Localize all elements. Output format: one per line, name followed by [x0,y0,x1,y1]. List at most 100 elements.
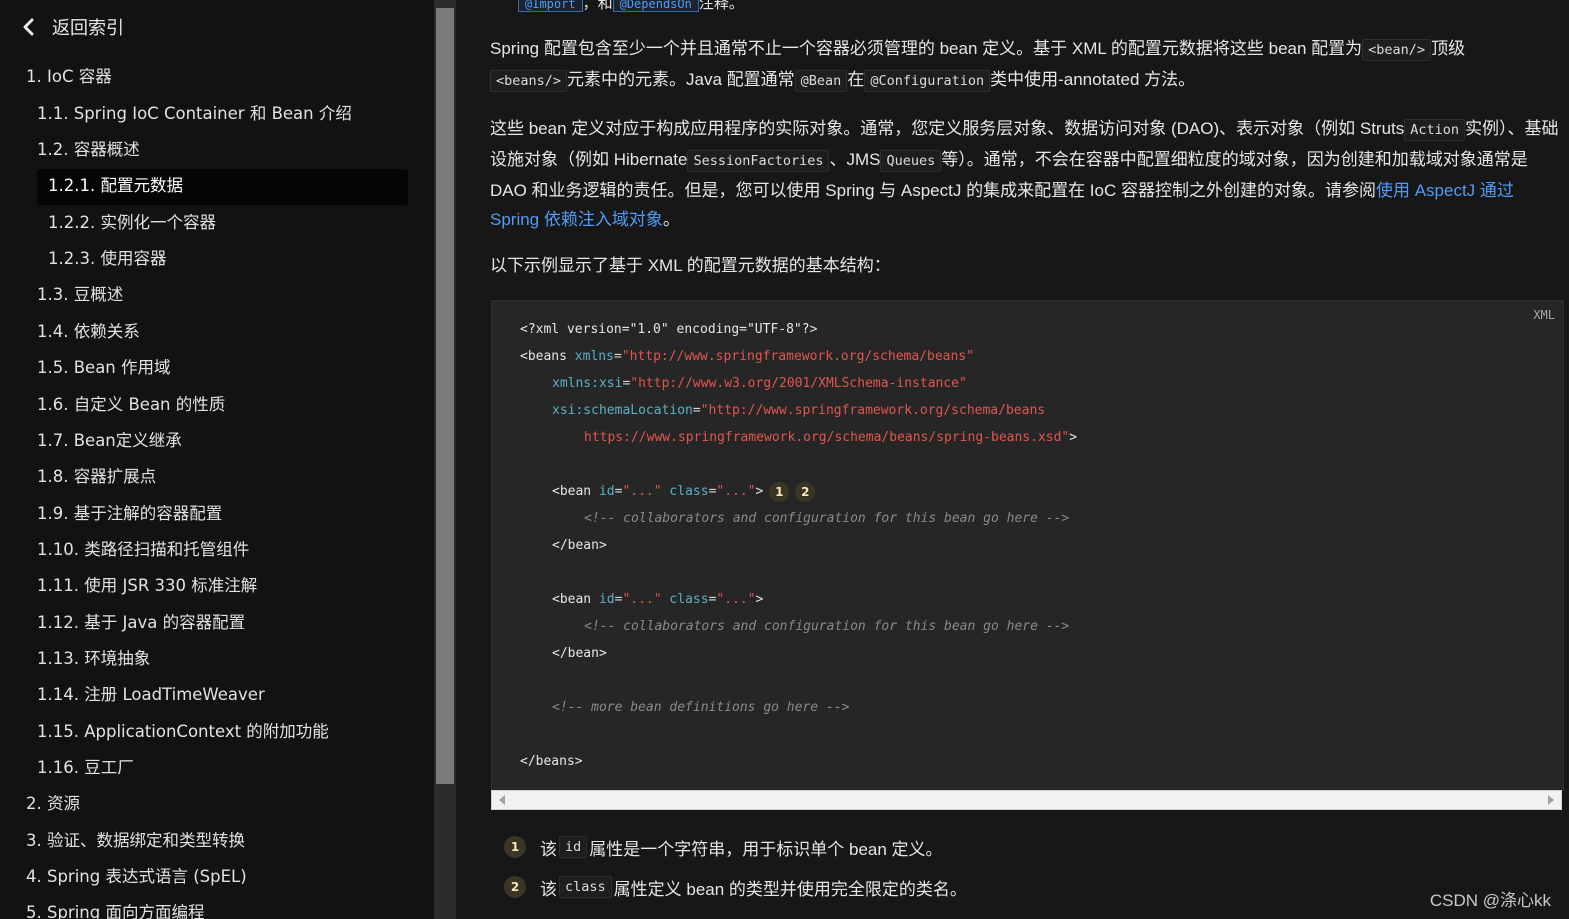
inline-code: @Configuration [864,70,991,92]
xml-comment: <!-- collaborators and configuration for… [584,511,1070,526]
xml-attr: id [598,592,615,607]
toc-item[interactable]: 1.16. 豆工厂 [37,751,134,785]
text: 顶级 [1431,39,1466,58]
toc-item[interactable]: 3. 验证、数据绑定和类型转换 [26,824,245,858]
xml-tag: > [1069,430,1078,445]
text: 类中使用-annotated 方法。 [990,70,1196,89]
toc-item[interactable]: 1.13. 环境抽象 [37,642,150,676]
code-horizontal-scrollbar[interactable] [491,790,1562,810]
callout-2-badge[interactable]: 2 [795,481,816,502]
inline-code: @Import [518,0,583,12]
text: 、JMS [829,150,881,169]
callout-1-badge[interactable]: 1 [769,481,790,502]
inline-code: Action [1404,119,1466,141]
toc-item[interactable]: 1.5. Bean 作用域 [37,351,171,385]
inline-code: class [559,876,612,898]
scroll-right-arrow-icon[interactable] [1548,795,1554,805]
toc-item[interactable]: 1.10. 类路径扫描和托管组件 [37,533,249,567]
xml-string: "http://www.w3.org/2001/XMLSchema-instan… [630,376,967,391]
chevron-left-icon [23,18,34,36]
toc-item[interactable]: 1.8. 容器扩展点 [37,460,156,494]
toc-item[interactable]: 2. 资源 [26,787,80,821]
xml-tag: </beans> [520,754,583,769]
sidebar-scrollbar-thumb[interactable] [436,8,454,784]
text: Spring 配置包含至少一个并且通常不止一个容器必须管理的 bean 定义。基… [490,39,1363,58]
text: 元素中的元素。Java 配置通常 [567,70,795,89]
toc-item[interactable]: 1.9. 基于注解的容器配置 [37,497,222,531]
toc-item[interactable]: 1.2. 容器概述 [37,133,140,167]
callout-2-icon: 2 [504,876,526,898]
inline-code: <beans/> [490,70,568,92]
xml-tag: </bean> [552,646,607,661]
toc-item[interactable]: 5. Spring 面向方面编程 [26,896,204,919]
xml-attr: xsi:schemaLocation [552,403,693,418]
text: ，和 [582,0,613,12]
scroll-left-arrow-icon[interactable] [499,795,505,805]
xml-string: "http://www.springframework.org/schema/b… [621,349,974,364]
toc-item[interactable]: 1.2.2. 实例化一个容器 [48,206,216,240]
xml-tag: <bean [552,484,592,499]
toc-item[interactable]: 1.14. 注册 LoadTimeWeaver [37,678,265,712]
text: 该 [540,879,557,899]
xml-string: "http://www.springframework.org/schema/b… [700,403,1046,418]
toc-item[interactable]: 4. Spring 表达式语言 (SpEL) [26,860,247,894]
xml-tag: <beans [520,349,567,364]
xml-attr: class [669,484,709,499]
xml-attr: class [669,592,709,607]
toc-item[interactable]: 1.2.3. 使用容器 [48,242,166,276]
toc-item[interactable]: 1.4. 依赖关系 [37,315,140,349]
xml-code-block[interactable]: XML <?xml version="1.0" encoding="UTF-8"… [491,300,1564,791]
top-fragment: @Import ，和 @DependsOn 注释。 [518,0,744,12]
text: 注释。 [698,0,744,12]
callout-note-2: 2 该 class 属性定义 bean 的类型并使用完全限定的类名。 [504,872,967,902]
toc-item[interactable]: 1.15. ApplicationContext 的附加功能 [37,715,329,749]
xml-tag: <bean [552,592,592,607]
back-to-index-link[interactable]: 返回索引 [20,12,124,42]
xml-tag: </bean> [552,538,607,553]
paragraph-example-intro: 以下示例显示了基于 XML 的配置元数据的基本结构： [490,256,891,275]
toc-item[interactable]: 1.1. Spring IoC Container 和 Bean 介绍 [37,97,352,131]
inline-code: SessionFactories [687,150,830,172]
text: 。 [662,210,680,229]
paragraph-config-intro: Spring 配置包含至少一个并且通常不止一个容器必须管理的 bean 定义。基… [490,34,1560,96]
xml-declaration: <?xml version="1.0" encoding="UTF-8"?> [520,322,818,337]
code-line: </bean> [552,532,607,559]
code-line: <?xml version="1.0" encoding="UTF-8"?> [520,316,817,343]
back-link-label: 返回索引 [52,18,124,39]
xml-string: "..." [622,484,662,499]
sidebar-toc: 返回索引 1. IoC 容器 1.1. Spring IoC Container… [0,0,434,919]
inline-code: <bean/> [1362,39,1432,61]
code-line: https://www.springframework.org/schema/b… [584,424,1077,451]
code-line: <!-- more bean definitions go here --> [552,694,849,721]
code-line: <!-- collaborators and configuration for… [584,505,1069,532]
xml-string: "..." [622,592,662,607]
xml-comment: <!-- collaborators and configuration for… [584,619,1070,634]
text: 属性是一个字符串，用于标识单个 bean 定义。 [589,839,943,859]
code-language-label: XML [1533,308,1555,322]
inline-code: @Bean [794,70,848,92]
code-line: xsi:schemaLocation="http://www.springfra… [552,403,1046,418]
code-line: </bean> [552,640,607,667]
code-line: </beans> [520,748,583,775]
paragraph-bean-objects: 这些 bean 定义对应于构成应用程序的实际对象。通常，您定义服务层对象、数据访… [490,114,1560,234]
toc-item-active[interactable]: 1.2.1. 配置元数据 [48,169,183,203]
callout-note-1: 1 该 id 属性是一个字符串，用于标识单个 bean 定义。 [504,832,943,862]
toc-item[interactable]: 1.12. 基于 Java 的容器配置 [37,606,245,640]
inline-code: id [559,836,588,858]
toc-item[interactable]: 1. IoC 容器 [26,60,112,94]
code-line: <!-- collaborators and configuration for… [584,613,1069,640]
inline-code: Queues [880,150,942,172]
xml-tag: > [755,484,764,499]
toc-item[interactable]: 1.6. 自定义 Bean 的性质 [37,388,225,422]
toc-item[interactable]: 1.11. 使用 JSR 330 标准注解 [37,569,257,603]
text: 这些 bean 定义对应于构成应用程序的实际对象。通常，您定义服务层对象、数据访… [490,119,1405,138]
xml-tag: > [755,592,764,607]
inline-code: @DependsOn [612,0,699,12]
toc-item[interactable]: 1.7. Bean定义继承 [37,424,182,458]
xml-comment: <!-- more bean definitions go here --> [552,700,850,715]
xml-attr: id [598,484,615,499]
xml-attr: xmlns [574,349,614,364]
toc-item[interactable]: 1.3. 豆概述 [37,278,123,312]
code-line: <bean id="..." class="..."> 1 2 [552,478,816,505]
csdn-watermark: CSDN @涤心kk [1429,891,1551,910]
